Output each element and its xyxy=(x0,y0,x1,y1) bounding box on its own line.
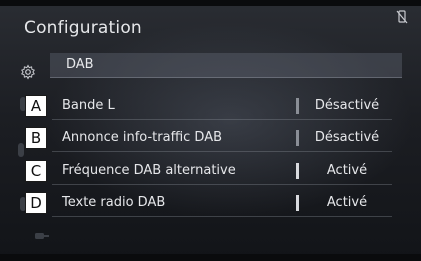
no-phone-icon xyxy=(396,10,408,24)
gear-icon[interactable] xyxy=(20,64,36,80)
state-indicator xyxy=(296,195,299,211)
setting-label: Texte radio DAB xyxy=(62,195,166,210)
callout-label-b: B xyxy=(25,127,47,149)
callout-label-a: A xyxy=(25,95,47,117)
setting-label: Annonce info-traffic DAB xyxy=(62,130,223,145)
car-key-icon[interactable] xyxy=(34,229,50,241)
bottom-bezel xyxy=(0,254,421,261)
setting-row-radio-text[interactable]: Texte radio DAB Activé xyxy=(52,190,392,217)
setting-value: Désactivé xyxy=(314,98,380,113)
setting-value: Activé xyxy=(326,195,368,210)
callout-label-d: D xyxy=(25,192,47,214)
top-bezel xyxy=(0,0,421,6)
setting-value: Activé xyxy=(326,163,368,178)
state-indicator xyxy=(296,98,299,114)
state-indicator xyxy=(296,163,299,179)
tab-dab[interactable]: DAB xyxy=(50,53,402,78)
setting-row-alternative-frequency[interactable]: Fréquence DAB alternative Activé xyxy=(52,158,392,185)
state-indicator xyxy=(296,130,299,146)
tab-label: DAB xyxy=(66,57,94,72)
setting-value: Désactivé xyxy=(314,130,380,145)
setting-row-l-band[interactable]: Bande L Désactivé xyxy=(52,93,392,120)
setting-label: Bande L xyxy=(62,98,115,113)
rail-indicator xyxy=(18,143,24,157)
callout-label-c: C xyxy=(25,160,47,182)
screen-title: Configuration xyxy=(24,18,142,38)
setting-label: Fréquence DAB alternative xyxy=(62,163,236,178)
setting-row-traffic-announcement[interactable]: Annonce info-traffic DAB Désactivé xyxy=(52,125,392,152)
